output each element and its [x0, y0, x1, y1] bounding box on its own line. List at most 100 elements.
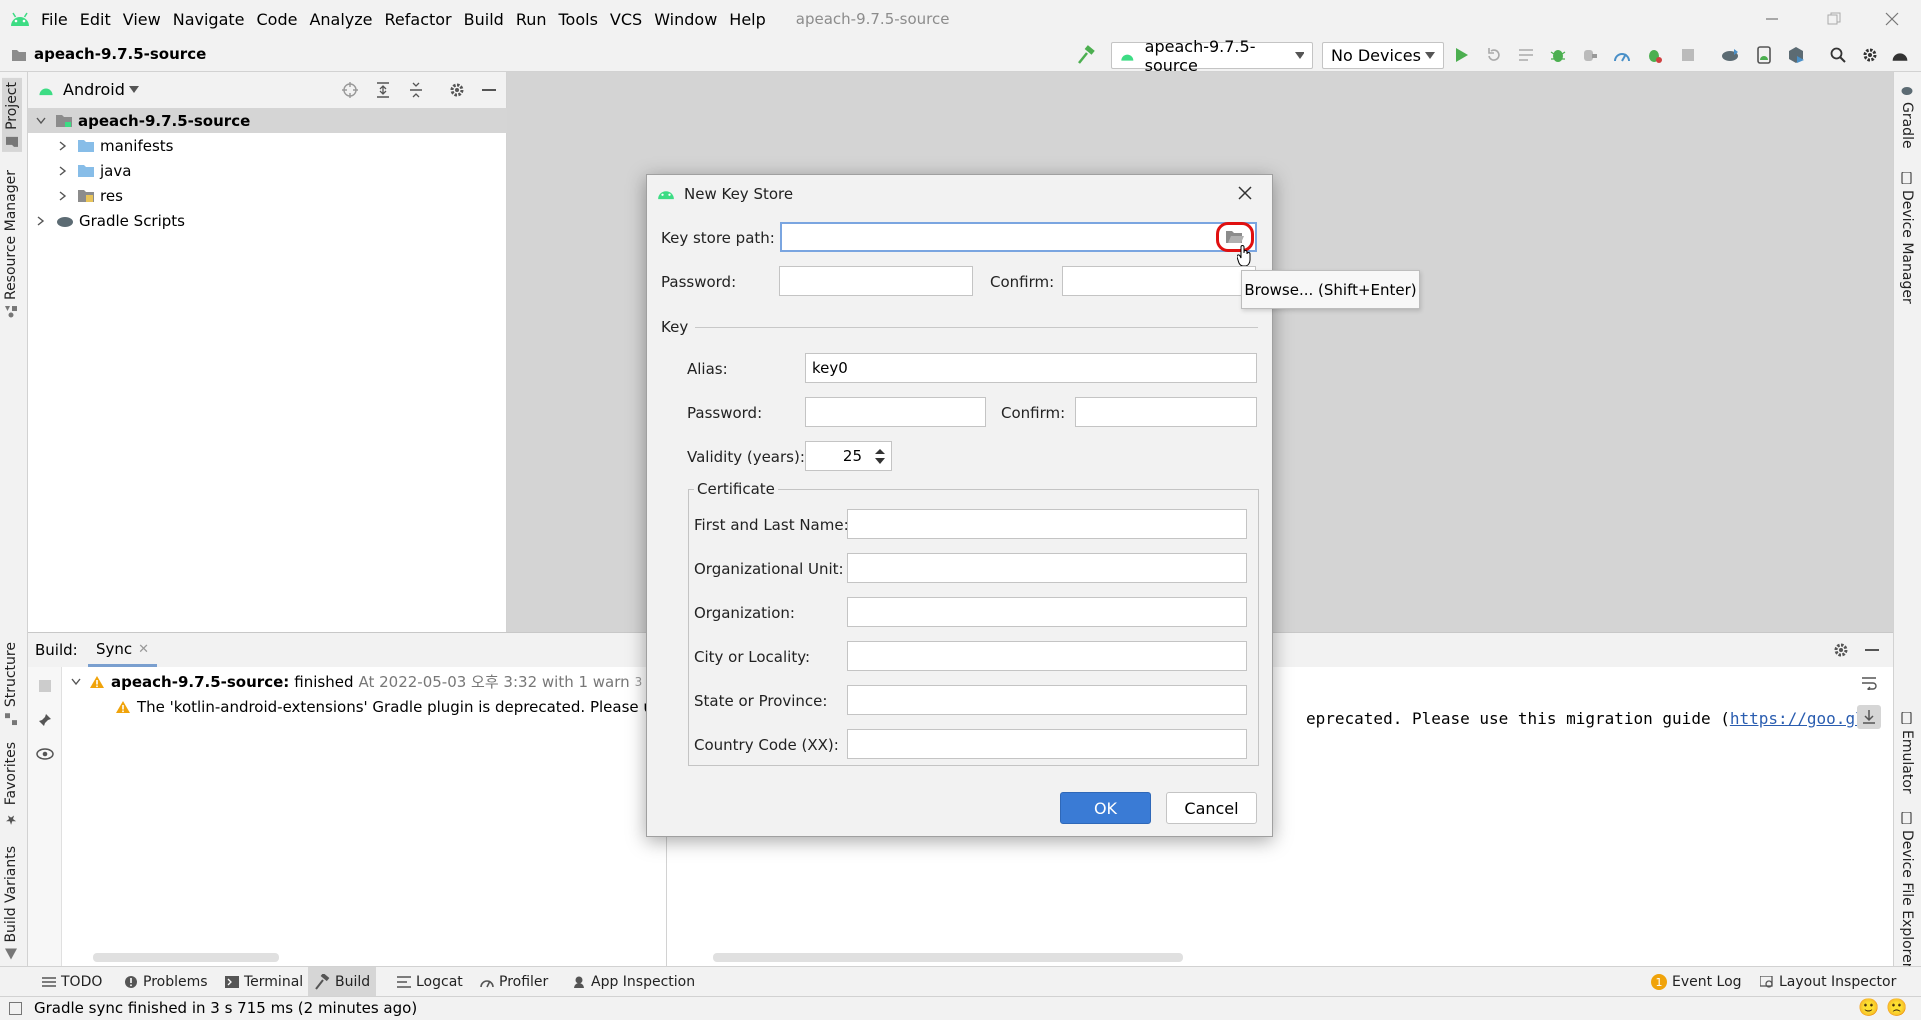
chevron-down-icon[interactable] [129, 86, 139, 94]
horizontal-scrollbar[interactable] [713, 953, 1183, 962]
tab-build[interactable]: Build [308, 967, 377, 997]
sad-face-icon[interactable]: 🙁 [1886, 998, 1907, 1018]
status-square-icon[interactable] [9, 1002, 22, 1015]
tab-resource-manager[interactable]: Resource Manager [3, 170, 19, 318]
first-last-name-input[interactable] [847, 509, 1247, 539]
sdk-manager-icon[interactable] [1784, 43, 1808, 67]
tab-device-manager[interactable]: Device Manager [1899, 172, 1915, 304]
debug-icon[interactable] [1546, 43, 1570, 67]
menu-file[interactable]: File [35, 10, 74, 29]
hide-panel-icon[interactable] [1862, 640, 1882, 660]
organization-input[interactable] [847, 597, 1247, 627]
menu-code[interactable]: Code [251, 10, 304, 29]
minimize-button[interactable] [1748, 0, 1796, 38]
expand-all-icon[interactable] [373, 80, 393, 100]
project-view-select[interactable]: Android [63, 80, 125, 99]
settings-gear-icon[interactable] [1858, 43, 1882, 67]
tab-project[interactable]: Project [2, 78, 22, 152]
tab-todo[interactable]: TODO [36, 971, 108, 993]
settings-gear-icon[interactable] [1831, 640, 1851, 660]
tab-layout-inspector[interactable]: Layout Inspector [1754, 971, 1902, 993]
menu-tools[interactable]: Tools [553, 10, 604, 29]
search-icon[interactable] [1826, 43, 1850, 67]
hide-panel-icon[interactable] [479, 80, 499, 100]
build-warning-row[interactable]: The 'kotlin-android-extensions' Gradle p… [63, 694, 666, 719]
android-logo-icon[interactable] [1888, 43, 1912, 67]
stop-icon[interactable] [36, 677, 54, 695]
menu-edit[interactable]: Edit [74, 10, 117, 29]
tab-favorites[interactable]: ★ Favorites [3, 742, 19, 826]
cancel-button[interactable]: Cancel [1166, 792, 1257, 824]
tab-sync[interactable]: Sync ✕ [88, 634, 158, 667]
key-password-input[interactable] [805, 397, 986, 427]
device-select[interactable]: No Devices [1322, 42, 1444, 69]
spinner-up-icon[interactable] [874, 448, 885, 455]
collapse-all-icon[interactable] [406, 80, 426, 100]
tab-app-inspection[interactable]: App Inspection [566, 971, 701, 993]
alias-input[interactable]: key0 [805, 353, 1257, 383]
avd-manager-icon[interactable] [1752, 43, 1776, 67]
breadcrumb[interactable]: apeach-9.7.5-source [34, 45, 206, 63]
organizational-unit-input[interactable] [847, 553, 1247, 583]
close-dialog-icon[interactable] [1233, 181, 1257, 205]
tree-item-gradle-scripts[interactable]: Gradle Scripts [28, 208, 185, 233]
tab-event-log[interactable]: 1 Event Log [1645, 971, 1748, 993]
build-tree-row[interactable]: apeach-9.7.5-source: finished At 2022-05… [63, 669, 666, 694]
apply-changes-icon[interactable] [1482, 43, 1506, 67]
close-window-button[interactable] [1868, 0, 1916, 38]
scroll-to-end-icon[interactable] [1857, 705, 1881, 729]
tree-item-root[interactable]: apeach-9.7.5-source [28, 108, 507, 133]
tab-terminal[interactable]: Terminal [219, 971, 309, 993]
horizontal-scrollbar[interactable] [93, 953, 279, 962]
menu-build[interactable]: Build [458, 10, 510, 29]
key-store-path-input[interactable] [780, 222, 1257, 252]
menu-analyze[interactable]: Analyze [303, 10, 378, 29]
run-configuration-select[interactable]: apeach-9.7.5-source [1111, 37, 1313, 75]
profile-icon[interactable] [1610, 43, 1634, 67]
spinner-down-icon[interactable] [874, 457, 885, 465]
keystore-password-input[interactable] [779, 266, 973, 296]
tab-structure[interactable]: Structure [3, 642, 19, 726]
apply-code-changes-icon[interactable] [1514, 43, 1538, 67]
menu-help[interactable]: Help [723, 10, 771, 29]
menu-run[interactable]: Run [510, 10, 553, 29]
stop-icon[interactable] [1676, 43, 1700, 67]
tab-device-file-explorer[interactable]: Device File Explorer [1899, 812, 1915, 969]
ok-button[interactable]: OK [1060, 792, 1151, 824]
tab-problems[interactable]: Problems [118, 971, 214, 993]
validity-input[interactable]: 25 [805, 441, 869, 471]
tab-profiler[interactable]: Profiler [474, 971, 554, 993]
tab-emulator[interactable]: Emulator [1899, 712, 1915, 794]
city-locality-input[interactable] [847, 641, 1247, 671]
tab-gradle[interactable]: Gradle [1899, 84, 1915, 149]
run-icon[interactable] [1450, 43, 1474, 67]
menu-navigate[interactable]: Navigate [167, 10, 251, 29]
restore-button[interactable] [1810, 0, 1858, 38]
menu-refactor[interactable]: Refactor [379, 10, 458, 29]
country-code-input[interactable] [847, 729, 1247, 759]
state-province-input[interactable] [847, 685, 1247, 715]
debug-attach-icon[interactable] [1642, 43, 1666, 67]
build-hammer-icon[interactable] [1074, 43, 1098, 67]
validity-spinner[interactable] [868, 441, 892, 471]
keystore-confirm-input[interactable] [1062, 266, 1256, 296]
smile-icon[interactable]: 🙂 [1858, 998, 1879, 1018]
sync-gradle-icon[interactable] [1718, 43, 1742, 67]
menu-vcs[interactable]: VCS [604, 10, 648, 29]
menu-view[interactable]: View [117, 10, 167, 29]
key-confirm-input[interactable] [1075, 397, 1257, 427]
settings-gear-icon[interactable] [447, 80, 467, 100]
tree-item-java[interactable]: java [28, 158, 131, 183]
menu-window[interactable]: Window [648, 10, 723, 29]
locate-icon[interactable] [340, 80, 360, 100]
tab-logcat[interactable]: Logcat [391, 971, 469, 993]
close-tab-icon[interactable]: ✕ [138, 642, 149, 657]
tree-item-manifests[interactable]: manifests [28, 133, 174, 158]
tree-item-res[interactable]: res [28, 183, 123, 208]
console-link[interactable]: https://goo.gle [1730, 709, 1875, 728]
pin-icon[interactable] [36, 711, 54, 729]
attach-debugger-icon[interactable] [1578, 43, 1602, 67]
eye-icon[interactable] [36, 745, 54, 763]
soft-wrap-icon[interactable] [1859, 673, 1879, 693]
tab-build-variants[interactable]: Build Variants [3, 846, 19, 961]
